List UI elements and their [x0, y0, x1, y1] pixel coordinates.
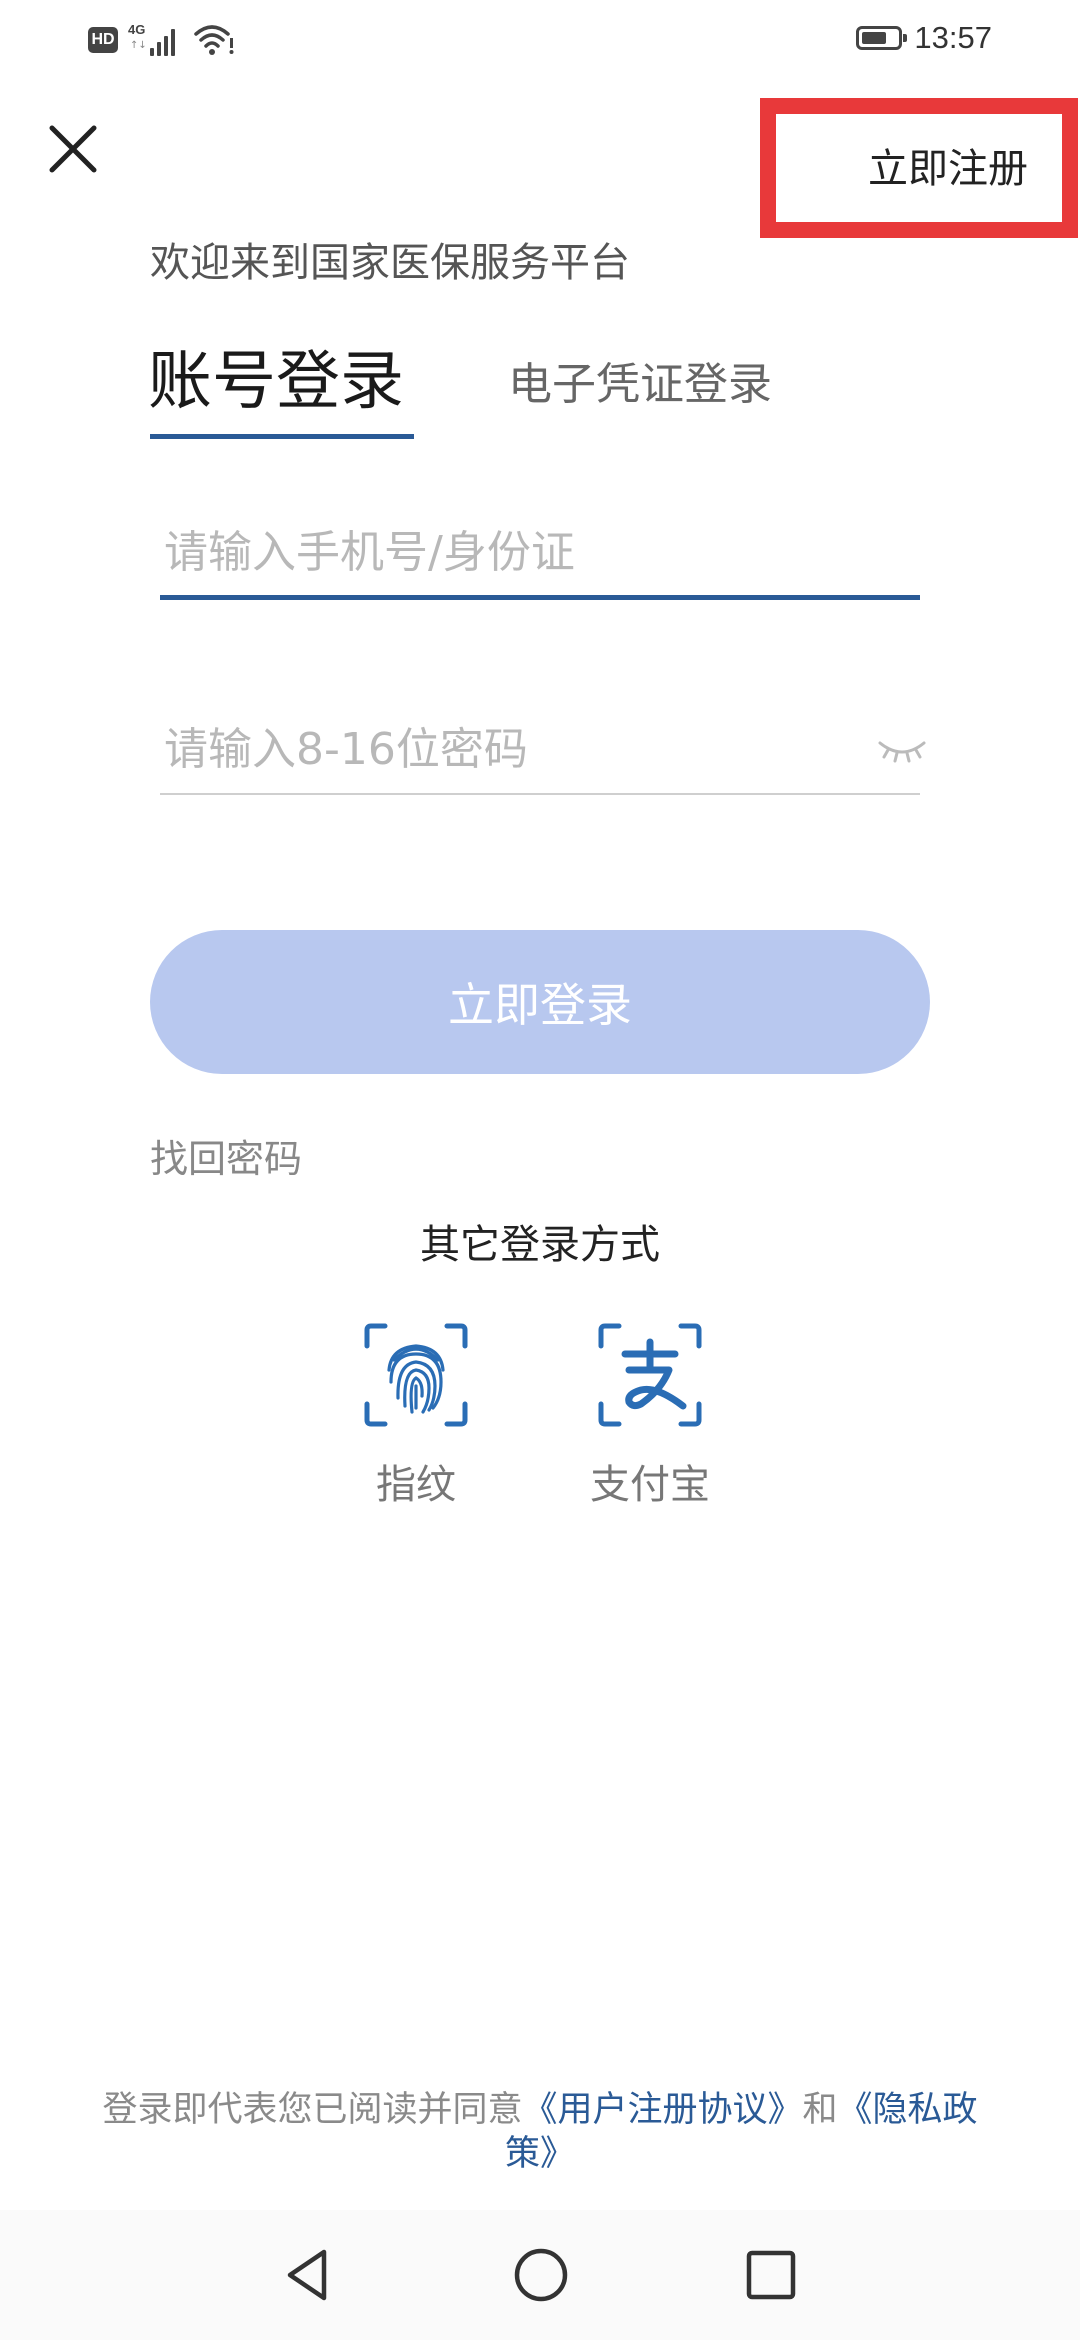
battery-icon [856, 26, 908, 50]
hd-badge: HD [88, 27, 118, 53]
tab-ecertificate-login[interactable]: 电子凭证登录 [508, 348, 772, 412]
alipay-label: 支付宝 [590, 1462, 710, 1508]
network-type-label: 4G [128, 22, 146, 37]
status-left: HD 4G ↑↓ [88, 22, 236, 58]
forgot-password-link[interactable]: 找回密码 [150, 1128, 302, 1183]
close-icon[interactable] [42, 118, 104, 180]
status-time: 13:57 [914, 20, 992, 55]
other-login-title: 其它登录方式 [420, 1222, 660, 1268]
status-bar: HD 4G ↑↓ 13:57 [0, 0, 1080, 90]
fingerprint-icon [364, 1323, 468, 1427]
agreement-and: 和 [802, 2090, 838, 2130]
alipay-icon [598, 1323, 702, 1427]
back-triangle-icon[interactable] [278, 2244, 340, 2306]
welcome-text: 欢迎来到国家医保服务平台 [150, 240, 630, 286]
data-arrows-icon: ↑↓ [130, 40, 147, 51]
phone-id-input[interactable] [160, 510, 928, 595]
fingerprint-login-option[interactable]: 指纹 [356, 1320, 476, 1510]
password-field [160, 705, 928, 795]
login-button[interactable]: 立即登录 [150, 930, 930, 1074]
login-page: HD 4G ↑↓ 13:57 立即注册 欢迎来到国家医保服务平台 账号登录 电子… [0, 0, 1080, 2340]
recent-square-icon[interactable] [740, 2244, 802, 2306]
eye-closed-icon[interactable] [876, 735, 928, 765]
cellular-signal-icon: 4G ↑↓ [128, 22, 182, 58]
active-tab-indicator [150, 434, 414, 439]
register-button[interactable]: 立即注册 [868, 136, 1028, 194]
agreement-text: 登录即代表您已阅读并同意《用户注册协议》和《隐私政策》 [90, 2088, 990, 2176]
system-nav-bar [0, 2210, 1080, 2340]
home-circle-icon[interactable] [510, 2244, 572, 2306]
register-highlight-box: 立即注册 [760, 98, 1078, 238]
fingerprint-label: 指纹 [376, 1462, 456, 1508]
wifi-icon [194, 25, 234, 55]
alipay-login-option[interactable]: 支付宝 [590, 1320, 710, 1510]
tab-account-login[interactable]: 账号登录 [148, 330, 404, 422]
status-right: 13:57 [856, 20, 992, 56]
agreement-prefix: 登录即代表您已阅读并同意 [102, 2090, 523, 2130]
password-input[interactable] [160, 705, 928, 793]
phone-id-field [160, 510, 928, 600]
user-agreement-link[interactable]: 《用户注册协议》 [522, 2090, 802, 2130]
